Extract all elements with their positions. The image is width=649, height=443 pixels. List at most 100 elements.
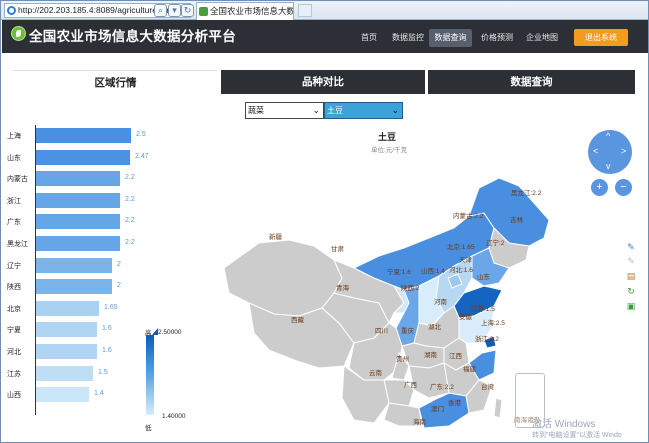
tab-variety-compare[interactable]: 品种对比 <box>221 70 425 94</box>
browser-window: http://202.203.185.4:8089/agriculture/fa… <box>0 0 649 443</box>
province-label: 安徽 <box>459 314 472 321</box>
nav-monitor[interactable]: 数据监控 <box>390 29 426 47</box>
province-label: 陕西:2 <box>401 285 420 292</box>
map-pan-control[interactable]: ^ v < > <box>588 130 632 174</box>
bar[interactable] <box>36 344 97 359</box>
bar-value-label: 1.6 <box>102 347 112 354</box>
pencil-icon[interactable]: ✎ <box>626 242 636 252</box>
bar-value-label: 2.2 <box>125 239 135 246</box>
province-label: 新疆 <box>269 234 282 241</box>
province-label: 海南 <box>413 419 426 426</box>
zoom-out-button[interactable]: − <box>615 179 632 196</box>
province-label: 河南 <box>434 299 447 306</box>
eraser-icon[interactable]: ✎ <box>626 256 636 266</box>
province-label: 北京:1.65 <box>447 244 475 251</box>
province-label: 宁夏:1.6 <box>387 269 411 276</box>
logout-button[interactable]: 退出系统 <box>574 29 628 46</box>
province-label: 湖北 <box>428 324 441 331</box>
province-label: 上海:2.5 <box>481 320 505 327</box>
province-label: 山西:1.4 <box>421 268 445 275</box>
bar-category-label: 上海 <box>7 133 21 140</box>
province-label: 广东:2.2 <box>430 384 454 391</box>
tab-data-query[interactable]: 数据查询 <box>428 70 635 94</box>
province-label: 黑龙江:2.2 <box>511 190 542 197</box>
dropdown-icon[interactable]: ▾ <box>168 4 181 17</box>
bar-value-label: 2.5 <box>136 131 146 138</box>
bar-value-label: 1.6 <box>102 325 112 333</box>
watermark-line2: 转到"电脑设置"以激活 Windo <box>532 432 622 439</box>
ie-icon <box>7 6 16 15</box>
nav-home[interactable]: 首页 <box>356 29 382 47</box>
bar-value-label: 2.2 <box>125 174 135 182</box>
zoom-in-button[interactable]: + <box>591 179 608 196</box>
bar[interactable] <box>36 387 89 403</box>
category-select[interactable]: 蔬菜 ⌄ <box>245 102 324 119</box>
nav-company-map[interactable]: 企业地图 <box>524 29 560 47</box>
new-tab-button[interactable] <box>298 4 312 17</box>
bar[interactable] <box>36 279 112 295</box>
bar-value-label: 2.47 <box>135 152 149 160</box>
bar[interactable] <box>36 149 130 165</box>
legend-min-value: 1.40000 <box>162 413 186 420</box>
bar[interactable] <box>36 192 120 208</box>
browser-toolbar: http://202.203.185.4:8089/agriculture/fa… <box>1 1 648 20</box>
save-image-icon[interactable]: ▣ <box>626 301 636 311</box>
pan-left-icon[interactable]: < <box>593 146 598 156</box>
category-select-value: 蔬菜 <box>248 106 264 115</box>
bar-value-label: 1.65 <box>104 303 118 311</box>
province-label: 澳门 <box>431 406 444 413</box>
bar-category-label: 江苏 <box>7 370 21 378</box>
province-label: 贵州 <box>396 356 409 363</box>
bar-value-label: 1.5 <box>98 368 108 376</box>
browser-tab[interactable]: 全国农业市场信息大数据分... × <box>196 2 294 20</box>
province-label: 浙江:2.2 <box>475 336 499 343</box>
refresh-icon[interactable]: ↻ <box>181 4 194 17</box>
bar-category-label: 河北 <box>7 349 21 356</box>
nav-forecast[interactable]: 价格预测 <box>479 29 515 47</box>
region-taiwan <box>493 397 503 419</box>
bar-category-label: 浙江 <box>7 197 21 205</box>
bar[interactable] <box>36 300 99 316</box>
bar[interactable] <box>36 257 112 273</box>
search-icon[interactable]: ⌕ <box>154 4 167 17</box>
favicon-icon <box>199 7 208 16</box>
bar[interactable] <box>36 365 93 381</box>
windows-activation-watermark: 激活 Windows 转到"电脑设置"以激活 Windo <box>532 415 648 440</box>
bar-value-label: 2.2 <box>125 217 135 225</box>
province-label: 辽宁:2 <box>486 240 505 247</box>
restore-icon[interactable]: ↻ <box>626 286 636 296</box>
pan-down-icon[interactable]: v <box>606 161 611 171</box>
bar[interactable] <box>36 322 97 338</box>
province-label: 江西 <box>449 353 462 360</box>
province-label: 西藏 <box>291 317 304 324</box>
province-label: 湖南 <box>424 352 437 359</box>
bar-category-label: 黑龙江 <box>7 241 28 248</box>
chevron-down-icon: ⌄ <box>312 105 320 115</box>
bar-category-label: 宁夏 <box>7 327 21 335</box>
chevron-down-icon: ⌄ <box>391 105 399 115</box>
data-view-icon[interactable]: ▤ <box>626 271 636 281</box>
bar[interactable] <box>36 214 120 230</box>
bar[interactable] <box>36 236 120 251</box>
variety-select[interactable]: 土豆 ⌄ <box>324 102 403 119</box>
legend-max-value: 2.50000 <box>158 329 182 336</box>
province-label: 江苏:1.5 <box>471 306 495 313</box>
pan-right-icon[interactable]: > <box>621 146 626 156</box>
app-title: 全国农业市场信息大数据分析平台 <box>29 29 236 44</box>
legend-gradient[interactable] <box>146 335 154 415</box>
province-label: 青海 <box>336 285 349 292</box>
bar[interactable] <box>36 128 131 143</box>
pan-up-icon[interactable]: ^ <box>606 131 610 141</box>
watermark-line1: 激活 Windows <box>532 419 596 430</box>
province-label: 山东 <box>477 274 490 281</box>
close-icon[interactable]: × <box>286 3 291 20</box>
province-label: 台湾 <box>481 384 494 391</box>
variety-select-value: 土豆 <box>327 106 343 115</box>
bar-category-label: 广东 <box>7 219 21 227</box>
province-label: 四川 <box>375 328 388 335</box>
main-panel: 区域行情 品种对比 数据查询 蔬菜 ⌄ 土豆 ⌄ 上海 2.5 山东 2.47 内蒙古 2… <box>2 53 648 442</box>
bar[interactable] <box>36 171 120 187</box>
province-label: 云南 <box>369 370 382 377</box>
app-header: 全国农业市场信息大数据分析平台 首页 数据监控 数据查询 价格预测 企业地图 退… <box>2 20 648 53</box>
nav-query[interactable]: 数据查询 <box>429 29 472 47</box>
